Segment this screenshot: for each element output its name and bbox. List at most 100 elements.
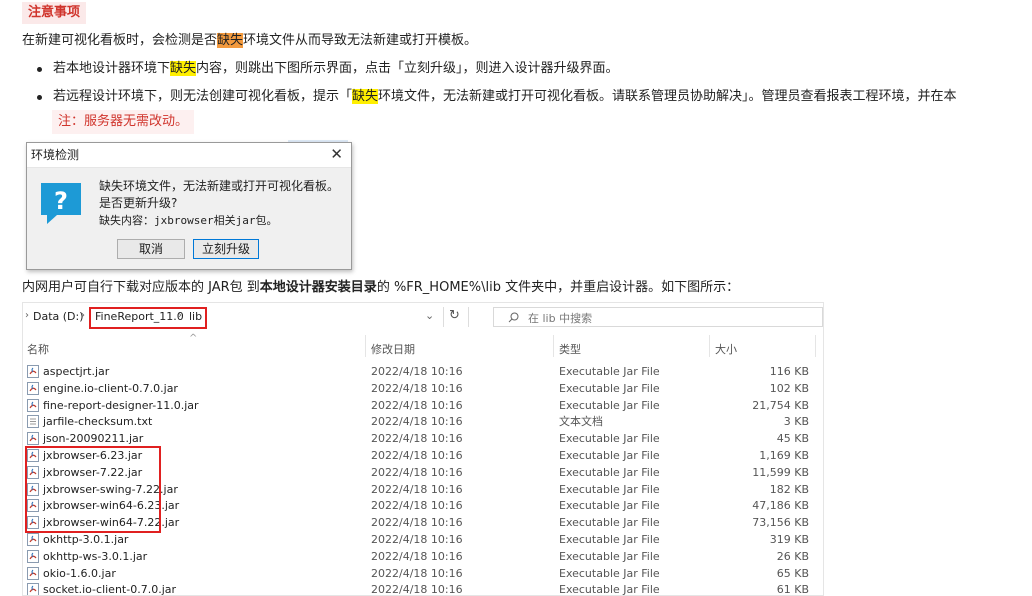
- column-divider[interactable]: [815, 335, 816, 357]
- file-size: 11,599 KB: [752, 465, 809, 479]
- file-date: 2022/4/18 10:16: [371, 465, 463, 479]
- jar-file-icon: [27, 398, 39, 412]
- chevron-right-icon: ›: [178, 310, 182, 321]
- file-type: Executable Jar File: [559, 482, 660, 496]
- file-size: 65 KB: [776, 566, 809, 580]
- dialog-message-2: 是否更新升级?: [99, 196, 178, 210]
- bullet-1: 若本地设计器环境下缺失内容，则跳出下图所示界面，点击「立刻升级」，则进入设计器升…: [53, 59, 619, 79]
- jar-file-icon: [27, 533, 39, 546]
- file-row[interactable]: jarfile-checksum.txt 2022/4/18 10:16 文本文档 3…: [23, 413, 823, 430]
- file-row[interactable]: json-20090211.jar 2022/4/18 10:16 Executab…: [23, 430, 823, 447]
- dialog-title: 环境检测: [31, 148, 80, 162]
- search-placeholder: 在 lib 中搜索: [528, 312, 593, 325]
- search-box[interactable]: 在 lib 中搜索: [493, 307, 823, 327]
- bullet-2: 若远程设计环境下，则无法创建可视化看板，提示「缺失环境文件，无法新建或打开可视化…: [53, 87, 957, 107]
- breadcrumb-folder[interactable]: FineReport_11.0: [95, 310, 184, 323]
- intro-highlight: 缺失: [217, 33, 244, 48]
- file-type: Executable Jar File: [559, 365, 660, 378]
- column-header-size[interactable]: 大小: [715, 341, 737, 357]
- jar-file-icon: [27, 381, 39, 395]
- question-icon: ?: [41, 183, 81, 224]
- cancel-button[interactable]: 取消: [117, 239, 185, 259]
- file-row[interactable]: okhttp-3.0.1.jar 2022/4/18 10:16 Executabl…: [23, 531, 823, 548]
- file-date: 2022/4/18 10:16: [371, 415, 463, 429]
- file-date: 2022/4/18 10:16: [371, 499, 463, 513]
- column-header-name[interactable]: 名称: [27, 341, 49, 357]
- file-name: okio-1.6.0.jar: [43, 566, 116, 580]
- file-type: Executable Jar File: [559, 549, 660, 563]
- b2-post: 环境文件，无法新建或打开可视化看板。请联系管理员协助解决」。管理员查看报表工程环…: [378, 89, 957, 104]
- file-date: 2022/4/18 10:16: [371, 365, 463, 378]
- intro-post: 环境文件从而导致无法新建或打开模板。: [243, 33, 478, 48]
- file-date: 2022/4/18 10:16: [371, 549, 463, 563]
- file-type: Executable Jar File: [559, 516, 660, 530]
- refresh-icon: ↻: [449, 308, 460, 323]
- instruction-bold: 本地设计器安装目录: [259, 280, 377, 295]
- dialog-message-1: 缺失环境文件，无法新建或打开可视化看板。: [99, 179, 340, 193]
- highlight-box-jxbrowser: [25, 446, 161, 533]
- file-row[interactable]: engine.io-client-0.7.0.jar 2022/4/18 10:1…: [23, 380, 823, 397]
- file-date: 2022/4/18 10:16: [371, 566, 463, 580]
- file-row[interactable]: fine-report-designer-11.0.jar 2022/4/18 1…: [23, 397, 823, 414]
- refresh-button[interactable]: ↻: [443, 307, 469, 327]
- b1-post: 内容，则跳出下图所示界面，点击「立刻升级」，则进入设计器升级界面。: [196, 61, 619, 76]
- file-row[interactable]: okhttp-ws-3.0.1.jar 2022/4/18 10:16 Execut…: [23, 548, 823, 565]
- column-header-date[interactable]: 修改日期: [371, 341, 415, 357]
- file-date: 2022/4/18 10:16: [371, 482, 463, 496]
- column-divider[interactable]: [365, 335, 366, 357]
- file-size: 319 KB: [769, 533, 809, 546]
- file-name: okhttp-3.0.1.jar: [43, 533, 129, 546]
- file-type: Executable Jar File: [559, 381, 660, 395]
- file-size: 21,754 KB: [752, 398, 809, 412]
- column-header-type[interactable]: 类型: [559, 341, 581, 357]
- environment-check-dialog: 环境检测 ✕ ? 缺失环境文件，无法新建或打开可视化看板。 是否更新升级? 缺失…: [26, 142, 352, 270]
- text-file-icon: [27, 415, 39, 429]
- file-type: Executable Jar File: [559, 432, 660, 446]
- chevron-right-icon: ›: [81, 310, 85, 321]
- file-date: 2022/4/18 10:16: [371, 381, 463, 395]
- b2-highlight: 缺失: [352, 89, 379, 104]
- column-divider[interactable]: [553, 335, 554, 357]
- breadcrumb-drive[interactable]: Data (D:): [33, 310, 84, 323]
- b1-pre: 若本地设计器环境下: [53, 61, 171, 76]
- file-date: 2022/4/18 10:16: [371, 398, 463, 412]
- file-size: 45 KB: [776, 432, 809, 446]
- instruction-post: 的 %FR_HOME%\lib 文件夹中，并重启设计器。如下图所示：: [376, 280, 740, 295]
- jar-file-icon: [27, 549, 39, 563]
- instruction-pre: 内网用户可自行下载对应版本的 JAR包 到: [22, 280, 260, 295]
- file-size: 1,169 KB: [759, 449, 809, 462]
- svg-text:?: ?: [54, 187, 68, 215]
- file-size: 3 KB: [783, 415, 809, 429]
- file-name: jarfile-checksum.txt: [43, 415, 153, 429]
- file-date: 2022/4/18 10:16: [371, 516, 463, 530]
- file-type: Executable Jar File: [559, 449, 660, 462]
- bullet-dot: [37, 95, 42, 100]
- jar-file-icon: [27, 566, 39, 580]
- file-name: fine-report-designer-11.0.jar: [43, 398, 199, 412]
- breadcrumb-lib[interactable]: lib: [189, 310, 202, 323]
- column-divider[interactable]: [709, 335, 710, 357]
- file-name: okhttp-ws-3.0.1.jar: [43, 549, 148, 563]
- file-date: 2022/4/18 10:16: [371, 533, 463, 546]
- intro-pre: 在新建可视化看板时，会检测是否: [22, 33, 218, 48]
- file-row[interactable]: aspectjrt.jar 2022/4/18 10:16 Executable J…: [23, 363, 823, 380]
- file-explorer: › Data (D:) › FineReport_11.0 › lib ⌄ ↻ …: [22, 302, 824, 596]
- b2-pre: 若远程设计环境下，则无法创建可视化看板，提示「: [53, 89, 353, 104]
- file-type: Executable Jar File: [559, 398, 660, 412]
- file-row[interactable]: okio-1.6.0.jar 2022/4/18 10:16 Executable …: [23, 565, 823, 582]
- upgrade-now-button[interactable]: 立刻升级: [193, 239, 259, 259]
- file-date: 2022/4/18 10:16: [371, 449, 463, 462]
- address-bar[interactable]: › Data (D:) › FineReport_11.0 › lib ⌄: [23, 305, 463, 329]
- server-note: 注：服务器无需改动。: [52, 110, 195, 134]
- chevron-down-icon[interactable]: ⌄: [425, 309, 434, 322]
- file-type: Executable Jar File: [559, 566, 660, 580]
- file-size: 116 KB: [769, 365, 809, 378]
- close-icon[interactable]: ✕: [330, 145, 343, 163]
- chevron-right-icon: ›: [25, 310, 29, 321]
- file-size: 182 KB: [769, 482, 809, 496]
- file-name: json-20090211.jar: [43, 432, 144, 446]
- file-size: 73,156 KB: [752, 516, 809, 530]
- sort-up-icon: ^: [189, 333, 198, 344]
- bullet-dot: [37, 67, 42, 72]
- jar-file-icon: [27, 583, 39, 595]
